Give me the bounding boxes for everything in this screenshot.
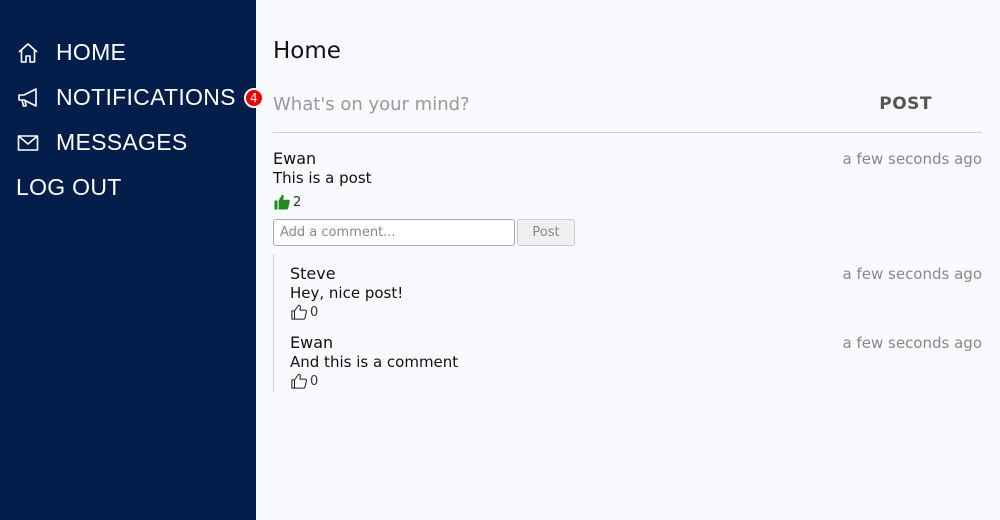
sidebar-item-logout[interactable]: LOG OUT bbox=[0, 165, 256, 210]
comment-form: Post bbox=[273, 219, 982, 246]
comment-like-count: 0 bbox=[310, 373, 319, 389]
megaphone-icon bbox=[16, 86, 40, 110]
comment-author[interactable]: Steve bbox=[290, 264, 336, 283]
post-likes: 2 bbox=[273, 193, 982, 211]
comment-header: Ewan a few seconds ago bbox=[290, 333, 982, 352]
sidebar-item-home[interactable]: HOME bbox=[0, 30, 256, 75]
post-composer: POST bbox=[273, 82, 982, 133]
sidebar-item-notifications[interactable]: NOTIFICATIONS 4 bbox=[0, 75, 264, 120]
envelope-icon bbox=[16, 131, 40, 155]
sidebar-item-label: HOME bbox=[56, 39, 127, 65]
sidebar-item-label: MESSAGES bbox=[56, 129, 188, 155]
post-card: Ewan a few seconds ago This is a post 2 … bbox=[273, 149, 982, 392]
comment-likes: 0 bbox=[290, 303, 982, 321]
comment-timestamp: a few seconds ago bbox=[842, 265, 982, 283]
comment-item: Ewan a few seconds ago And this is a com… bbox=[290, 333, 982, 390]
comment-post-button[interactable]: Post bbox=[517, 219, 575, 246]
comment-list: Steve a few seconds ago Hey, nice post! … bbox=[273, 254, 982, 392]
sidebar-item-label: NOTIFICATIONS bbox=[56, 84, 236, 110]
comment-item: Steve a few seconds ago Hey, nice post! … bbox=[290, 264, 982, 321]
home-icon bbox=[16, 41, 40, 65]
comment-text: Hey, nice post! bbox=[290, 284, 404, 302]
comment-likes: 0 bbox=[290, 372, 982, 390]
post-author[interactable]: Ewan bbox=[273, 149, 316, 168]
post-header: Ewan a few seconds ago bbox=[273, 149, 982, 168]
comment-header: Steve a few seconds ago bbox=[290, 264, 982, 283]
comment-input[interactable] bbox=[273, 219, 515, 246]
post-text: This is a post bbox=[273, 169, 372, 187]
thumbs-up-filled-icon[interactable] bbox=[273, 193, 291, 211]
thumbs-up-icon[interactable] bbox=[290, 372, 308, 390]
post-like-count: 2 bbox=[293, 194, 302, 210]
comment-text: And this is a comment bbox=[290, 353, 459, 371]
sidebar: HOME NOTIFICATIONS 4 MESSAGES LOG OUT bbox=[0, 0, 264, 520]
sidebar-item-label: LOG OUT bbox=[16, 174, 122, 200]
comment-author[interactable]: Ewan bbox=[290, 333, 333, 352]
main-content: Home POST Ewan a few seconds ago This is… bbox=[256, 0, 1000, 520]
post-timestamp: a few seconds ago bbox=[842, 150, 982, 168]
thumbs-up-icon[interactable] bbox=[290, 303, 308, 321]
comment-like-count: 0 bbox=[310, 304, 319, 320]
post-button[interactable]: POST bbox=[879, 94, 932, 114]
app-root: HOME NOTIFICATIONS 4 MESSAGES LOG OUT Ho… bbox=[0, 0, 1000, 520]
comment-timestamp: a few seconds ago bbox=[842, 334, 982, 352]
sidebar-item-messages[interactable]: MESSAGES bbox=[0, 120, 256, 165]
post-input[interactable] bbox=[273, 93, 880, 115]
page-title: Home bbox=[273, 38, 341, 64]
